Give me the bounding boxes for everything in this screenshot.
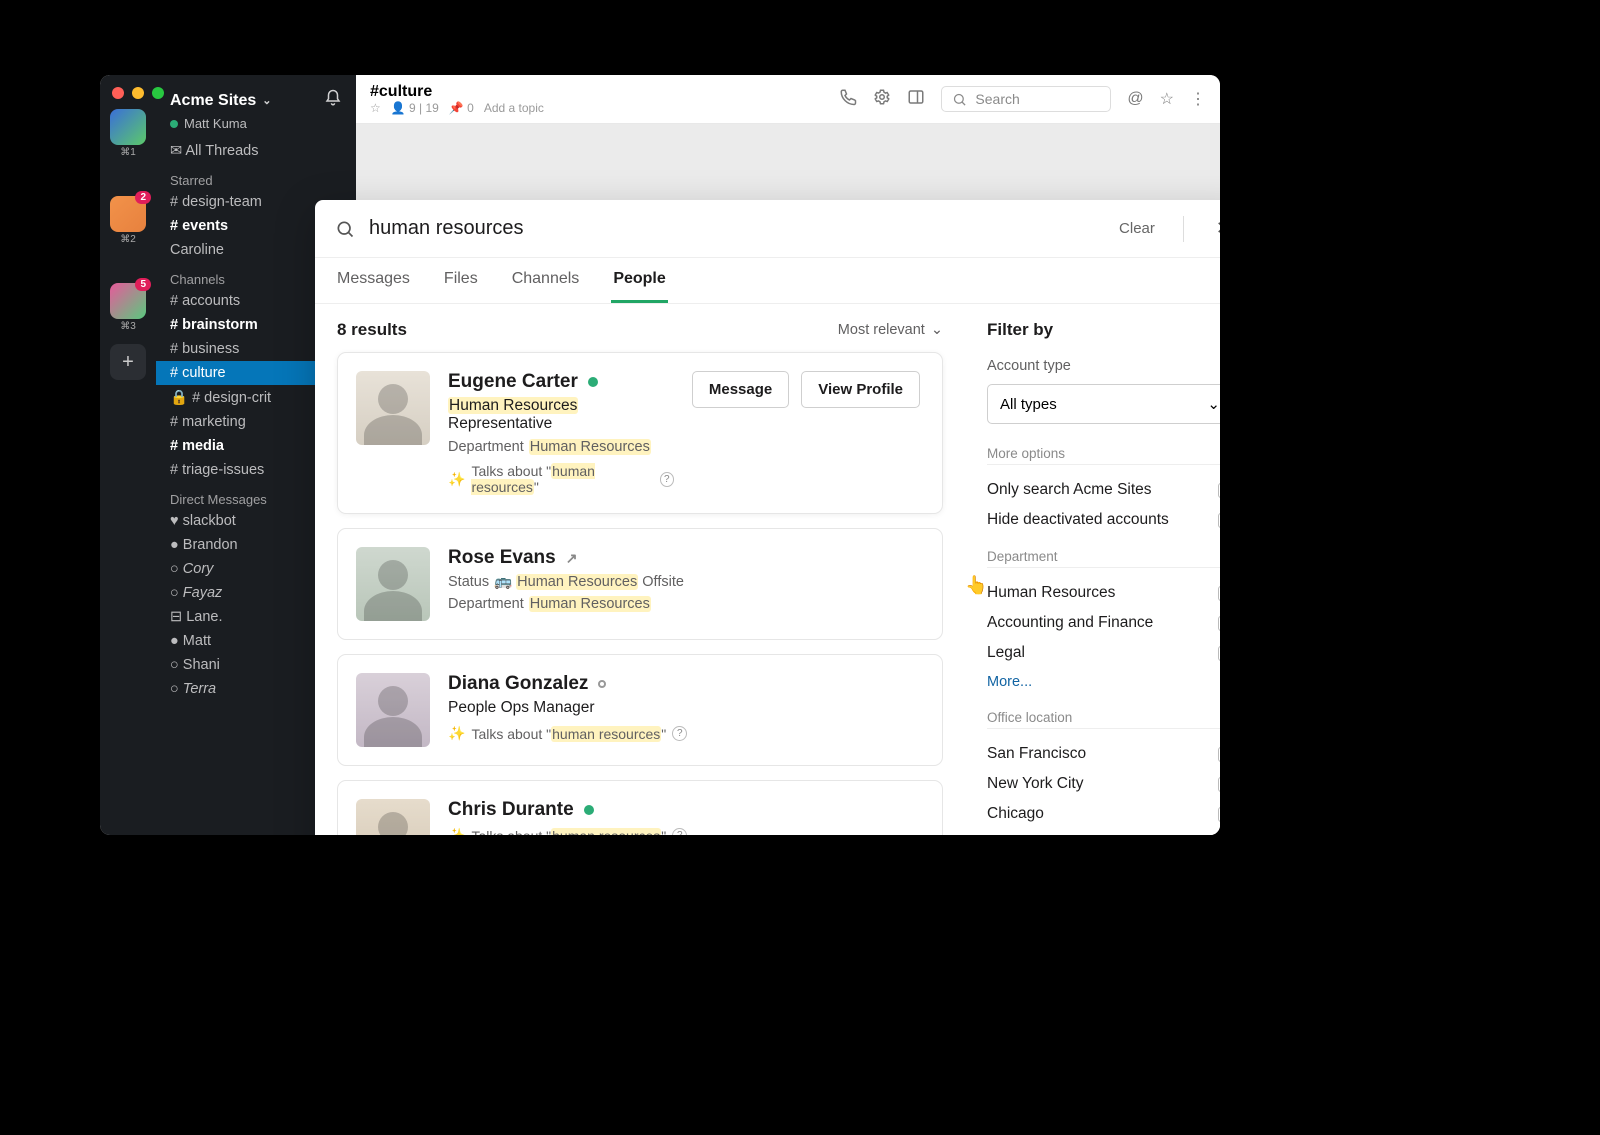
person-result[interactable]: Eugene Carter Human Resources Representa… bbox=[337, 352, 943, 514]
filter-title: Filter by bbox=[987, 320, 1220, 340]
all-threads-link[interactable]: ✉ All Threads bbox=[156, 139, 356, 163]
person-name: Eugene Carter bbox=[448, 371, 578, 393]
help-icon[interactable]: ? bbox=[672, 828, 687, 835]
workspace-switch-2[interactable]: 2 bbox=[110, 196, 146, 232]
member-count[interactable]: 9 | 19 bbox=[409, 101, 439, 115]
view-profile-button[interactable]: View Profile bbox=[801, 371, 920, 408]
message-button[interactable]: Message bbox=[692, 371, 789, 408]
tab-messages[interactable]: Messages bbox=[335, 258, 412, 303]
workspace-badge: 2 bbox=[135, 191, 151, 204]
filter-option[interactable]: Accounting and Finance bbox=[987, 608, 1220, 638]
workspace-shortcut-1: ⌘1 bbox=[120, 147, 136, 158]
workspace-name: Acme Sites bbox=[170, 92, 256, 110]
more-link[interactable]: More... bbox=[987, 668, 1220, 696]
avatar bbox=[356, 547, 430, 621]
workspace-switch-1[interactable] bbox=[110, 109, 146, 145]
filter-option[interactable]: Only search Acme Sites bbox=[987, 475, 1220, 505]
sort-dropdown[interactable]: Most relevant⌄ bbox=[838, 322, 943, 338]
bell-icon[interactable] bbox=[324, 89, 342, 112]
workspace-rail: ⌘1 2 ⌘2 5 ⌘3 + bbox=[100, 75, 156, 835]
workspace-add-button[interactable]: + bbox=[110, 344, 146, 380]
avatar bbox=[356, 673, 430, 747]
pin-count[interactable]: 📌 0 bbox=[449, 101, 474, 115]
filter-option[interactable]: Hide deactivated accounts bbox=[987, 505, 1220, 535]
checkbox[interactable] bbox=[1218, 646, 1220, 661]
search-modal: Clear ✕ Messages Files Channels People 8… bbox=[315, 200, 1220, 835]
filter-option[interactable]: Chicago bbox=[987, 799, 1220, 829]
star-icon[interactable]: ☆ bbox=[370, 101, 381, 115]
checkbox[interactable] bbox=[1218, 513, 1220, 528]
checkbox[interactable] bbox=[1218, 807, 1220, 822]
workspace-menu[interactable]: Acme Sites ⌄ bbox=[156, 85, 356, 116]
filter-panel: Filter by Account type All types ⌄ More … bbox=[965, 304, 1220, 835]
filter-option[interactable]: Legal bbox=[987, 638, 1220, 668]
close-icon[interactable]: ✕ bbox=[1212, 214, 1220, 243]
more-link[interactable]: More... bbox=[987, 829, 1220, 835]
channel-topic[interactable]: Add a topic bbox=[484, 101, 544, 115]
filter-option[interactable]: New York City bbox=[987, 769, 1220, 799]
checkbox[interactable] bbox=[1218, 483, 1220, 498]
presence-online-icon bbox=[584, 805, 594, 815]
presence-away-icon bbox=[598, 680, 606, 688]
chevron-down-icon: ⌄ bbox=[1207, 395, 1220, 413]
person-name: Diana Gonzalez bbox=[448, 673, 588, 695]
search-placeholder: Search bbox=[975, 91, 1019, 107]
results-count: 8 results bbox=[337, 320, 407, 340]
workspace-shortcut-2: ⌘2 bbox=[120, 234, 136, 245]
person-result[interactable]: Diana Gonzalez People Ops Manager ✨Talks… bbox=[337, 654, 943, 766]
external-icon: ↗ bbox=[566, 550, 578, 567]
avatar bbox=[356, 371, 430, 445]
sparkle-icon: ✨ bbox=[448, 827, 465, 835]
workspace-switch-3[interactable]: 5 bbox=[110, 283, 146, 319]
more-icon[interactable]: ⋮ bbox=[1190, 89, 1206, 109]
filter-option[interactable]: San Francisco bbox=[987, 739, 1220, 769]
help-icon[interactable]: ? bbox=[660, 472, 674, 487]
sidebar-section-starred: Starred bbox=[156, 163, 356, 190]
account-type-select[interactable]: All types ⌄ bbox=[987, 384, 1220, 424]
avatar bbox=[356, 799, 430, 835]
filter-group-label: Department bbox=[987, 549, 1220, 568]
filter-group-label: More options bbox=[987, 446, 1220, 465]
panel-icon[interactable] bbox=[907, 88, 925, 111]
person-name: Chris Durante bbox=[448, 799, 574, 821]
search-icon bbox=[952, 92, 967, 107]
person-result[interactable]: Chris Durante ✨Talks about "human resour… bbox=[337, 780, 943, 835]
person-result[interactable]: Rose Evans↗ Status🚌Human Resources Offsi… bbox=[337, 528, 943, 640]
person-name: Rose Evans bbox=[448, 547, 556, 569]
workspace-shortcut-3: ⌘3 bbox=[120, 321, 136, 332]
presence-online-icon bbox=[588, 377, 598, 387]
chevron-down-icon: ⌄ bbox=[931, 322, 943, 338]
checkbox[interactable] bbox=[1218, 747, 1220, 762]
window-traffic-lights[interactable] bbox=[112, 87, 164, 99]
clear-button[interactable]: Clear bbox=[1119, 220, 1155, 237]
tab-files[interactable]: Files bbox=[442, 258, 480, 303]
current-user: Matt Kuma bbox=[184, 116, 247, 131]
filter-label: Account type bbox=[987, 358, 1220, 374]
search-input[interactable] bbox=[369, 217, 1105, 240]
filter-group-label: Office location bbox=[987, 710, 1220, 729]
phone-icon[interactable] bbox=[839, 88, 857, 111]
mentions-icon[interactable]: @ bbox=[1127, 90, 1143, 108]
workspace-badge: 5 bbox=[135, 278, 151, 291]
tab-channels[interactable]: Channels bbox=[510, 258, 582, 303]
search-tabs: Messages Files Channels People bbox=[315, 258, 1220, 304]
tab-people[interactable]: People bbox=[611, 258, 667, 303]
gear-icon[interactable] bbox=[873, 88, 891, 111]
channel-header: #culture ☆ 👤 9 | 19 📌 0 Add a topic Sear… bbox=[356, 75, 1220, 124]
filter-option[interactable]: Human Resources bbox=[987, 578, 1220, 608]
checkbox[interactable] bbox=[1218, 777, 1220, 792]
star-outline-icon[interactable]: ☆ bbox=[1160, 89, 1174, 109]
checkbox[interactable] bbox=[1218, 586, 1220, 601]
chevron-down-icon: ⌄ bbox=[262, 94, 271, 107]
channel-name[interactable]: #culture bbox=[370, 83, 544, 101]
checkbox[interactable] bbox=[1218, 616, 1220, 631]
sparkle-icon: ✨ bbox=[448, 725, 465, 742]
search-icon bbox=[335, 219, 355, 239]
sparkle-icon: ✨ bbox=[448, 471, 465, 488]
help-icon[interactable]: ? bbox=[672, 726, 687, 741]
global-search[interactable]: Search bbox=[941, 86, 1111, 112]
